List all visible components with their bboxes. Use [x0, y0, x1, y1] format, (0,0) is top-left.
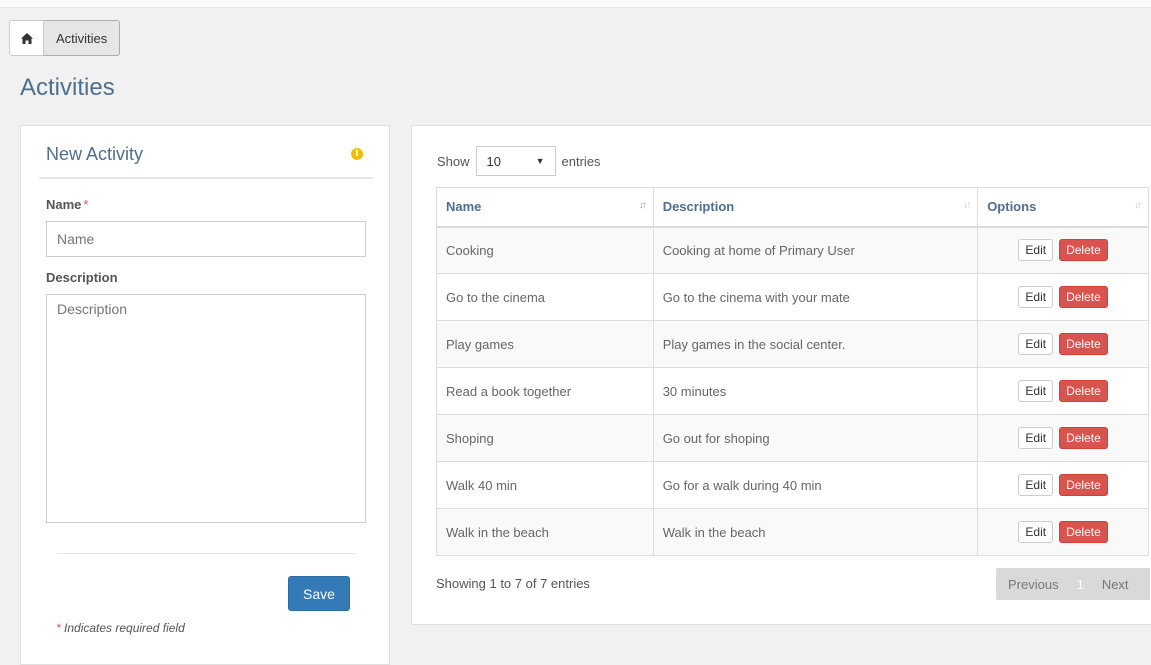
- home-icon: [20, 32, 33, 44]
- save-button[interactable]: Save: [288, 576, 350, 611]
- description-label: Description: [46, 270, 118, 285]
- edit-button[interactable]: Edit: [1018, 239, 1054, 262]
- cell-options: Edit Delete: [977, 367, 1149, 415]
- delete-button[interactable]: Delete: [1059, 380, 1108, 402]
- cell-description: Walk in the beach: [652, 508, 979, 556]
- cell-options: Edit Delete: [977, 226, 1149, 274]
- column-header-name[interactable]: Name ↓↑: [436, 187, 654, 228]
- cell-description: Go for a walk during 40 min: [652, 461, 979, 509]
- column-name-label: Name: [446, 199, 482, 215]
- required-field-note: * Indicates required field: [56, 621, 185, 635]
- page-title: Activities: [20, 74, 115, 101]
- edit-button[interactable]: Edit: [1018, 521, 1054, 543]
- table-header-row: Name ↓↑ Description ↓↑ Options ↓↑: [436, 187, 1149, 228]
- required-mark: *: [83, 197, 89, 212]
- panel-title: New Activity: [46, 144, 144, 164]
- panel-header: New Activity i: [39, 126, 373, 179]
- delete-button[interactable]: Delete: [1059, 474, 1108, 496]
- cell-name: Read a book together: [436, 367, 654, 415]
- column-description-label: Description: [662, 199, 735, 215]
- delete-button[interactable]: Delete: [1059, 427, 1108, 449]
- sort-icon: ↓↑: [963, 200, 971, 211]
- cell-name: Walk in the beach: [436, 508, 654, 556]
- table-row: Go to the cinema Go to the cinema with yo…: [436, 273, 1149, 321]
- column-header-description[interactable]: Description ↓↑: [652, 187, 979, 228]
- cell-options: Edit Delete: [977, 461, 1149, 509]
- cell-name: Shoping: [436, 414, 654, 462]
- cell-options: Edit Delete: [977, 414, 1149, 462]
- cell-description: Go to the cinema with your mate: [652, 273, 979, 321]
- show-label: Show: [437, 153, 470, 169]
- table-row: Shoping Go out for shoping Edit Delete: [436, 414, 1149, 462]
- activities-table: Name ↓↑ Description ↓↑ Options ↓↑ Cookin…: [436, 187, 1149, 556]
- cell-description: Cooking at home of Primary User: [652, 226, 979, 274]
- delete-button[interactable]: Delete: [1059, 333, 1108, 355]
- table-row: Play games Play games in the social cente…: [436, 320, 1149, 368]
- edit-button[interactable]: Edit: [1018, 333, 1054, 355]
- cell-options: Edit Delete: [977, 273, 1149, 321]
- table-row: Walk 40 min Go for a walk during 40 min Ed…: [436, 461, 1149, 509]
- previous-page-button[interactable]: Previous: [996, 577, 1071, 592]
- edit-button[interactable]: Edit: [1018, 427, 1054, 449]
- delete-button[interactable]: Delete: [1059, 286, 1108, 308]
- page-1-button[interactable]: 1: [1071, 577, 1090, 592]
- name-label-text: Name: [46, 197, 82, 212]
- pagination: Previous 1 Next: [996, 568, 1150, 600]
- sort-asc-icon: ↓↑: [638, 200, 647, 211]
- table-row: Walk in the beach Walk in the beach Edit De…: [436, 508, 1149, 556]
- cell-name: Walk 40 min: [436, 461, 654, 509]
- new-activity-panel: New Activity i Name* Description Save * …: [20, 125, 390, 665]
- next-page-button[interactable]: Next: [1090, 577, 1141, 592]
- sort-icon: ↓↑: [1134, 200, 1142, 211]
- entries-length-control: Show 10 ▼ entries: [437, 146, 601, 176]
- home-breadcrumb-button[interactable]: [9, 20, 44, 56]
- cell-description: Go out for shoping: [652, 414, 979, 462]
- table-row: Cooking Cooking at home of Primary User Ed…: [436, 226, 1149, 274]
- cell-options: Edit Delete: [977, 320, 1149, 368]
- info-icon[interactable]: i: [351, 148, 363, 160]
- breadcrumb-activities[interactable]: Activities: [44, 20, 121, 56]
- name-label: Name *: [46, 197, 88, 212]
- cell-name: Play games: [436, 320, 654, 368]
- cell-description: Play games in the social center.: [652, 320, 979, 368]
- top-bar: [0, 0, 1151, 8]
- cell-description: 30 minutes: [652, 367, 979, 415]
- entries-select[interactable]: 10 ▼: [475, 146, 556, 176]
- form-divider: [57, 553, 355, 554]
- cell-name: Cooking: [436, 226, 654, 274]
- delete-button[interactable]: Delete: [1059, 239, 1108, 262]
- cell-name: Go to the cinema: [436, 273, 654, 321]
- chevron-down-icon: ▼: [535, 156, 545, 166]
- edit-button[interactable]: Edit: [1018, 286, 1054, 308]
- edit-button[interactable]: Edit: [1018, 474, 1054, 496]
- name-input[interactable]: [46, 221, 366, 257]
- entries-label: entries: [561, 153, 601, 169]
- entries-select-value: 10: [486, 153, 501, 169]
- table-row: Read a book together 30 minutes Edit Delete: [436, 367, 1149, 415]
- activities-table-panel: Show 10 ▼ entries Name ↓↑ Description ↓↑…: [411, 125, 1151, 625]
- cell-options: Edit Delete: [977, 508, 1149, 556]
- delete-button[interactable]: Delete: [1059, 521, 1108, 543]
- breadcrumb: Activities: [9, 20, 121, 56]
- column-options-label: Options: [987, 199, 1037, 215]
- table-info: Showing 1 to 7 of 7 entries: [436, 576, 590, 591]
- edit-button[interactable]: Edit: [1018, 380, 1054, 402]
- column-header-options[interactable]: Options ↓↑: [977, 187, 1149, 228]
- description-textarea[interactable]: [46, 294, 366, 523]
